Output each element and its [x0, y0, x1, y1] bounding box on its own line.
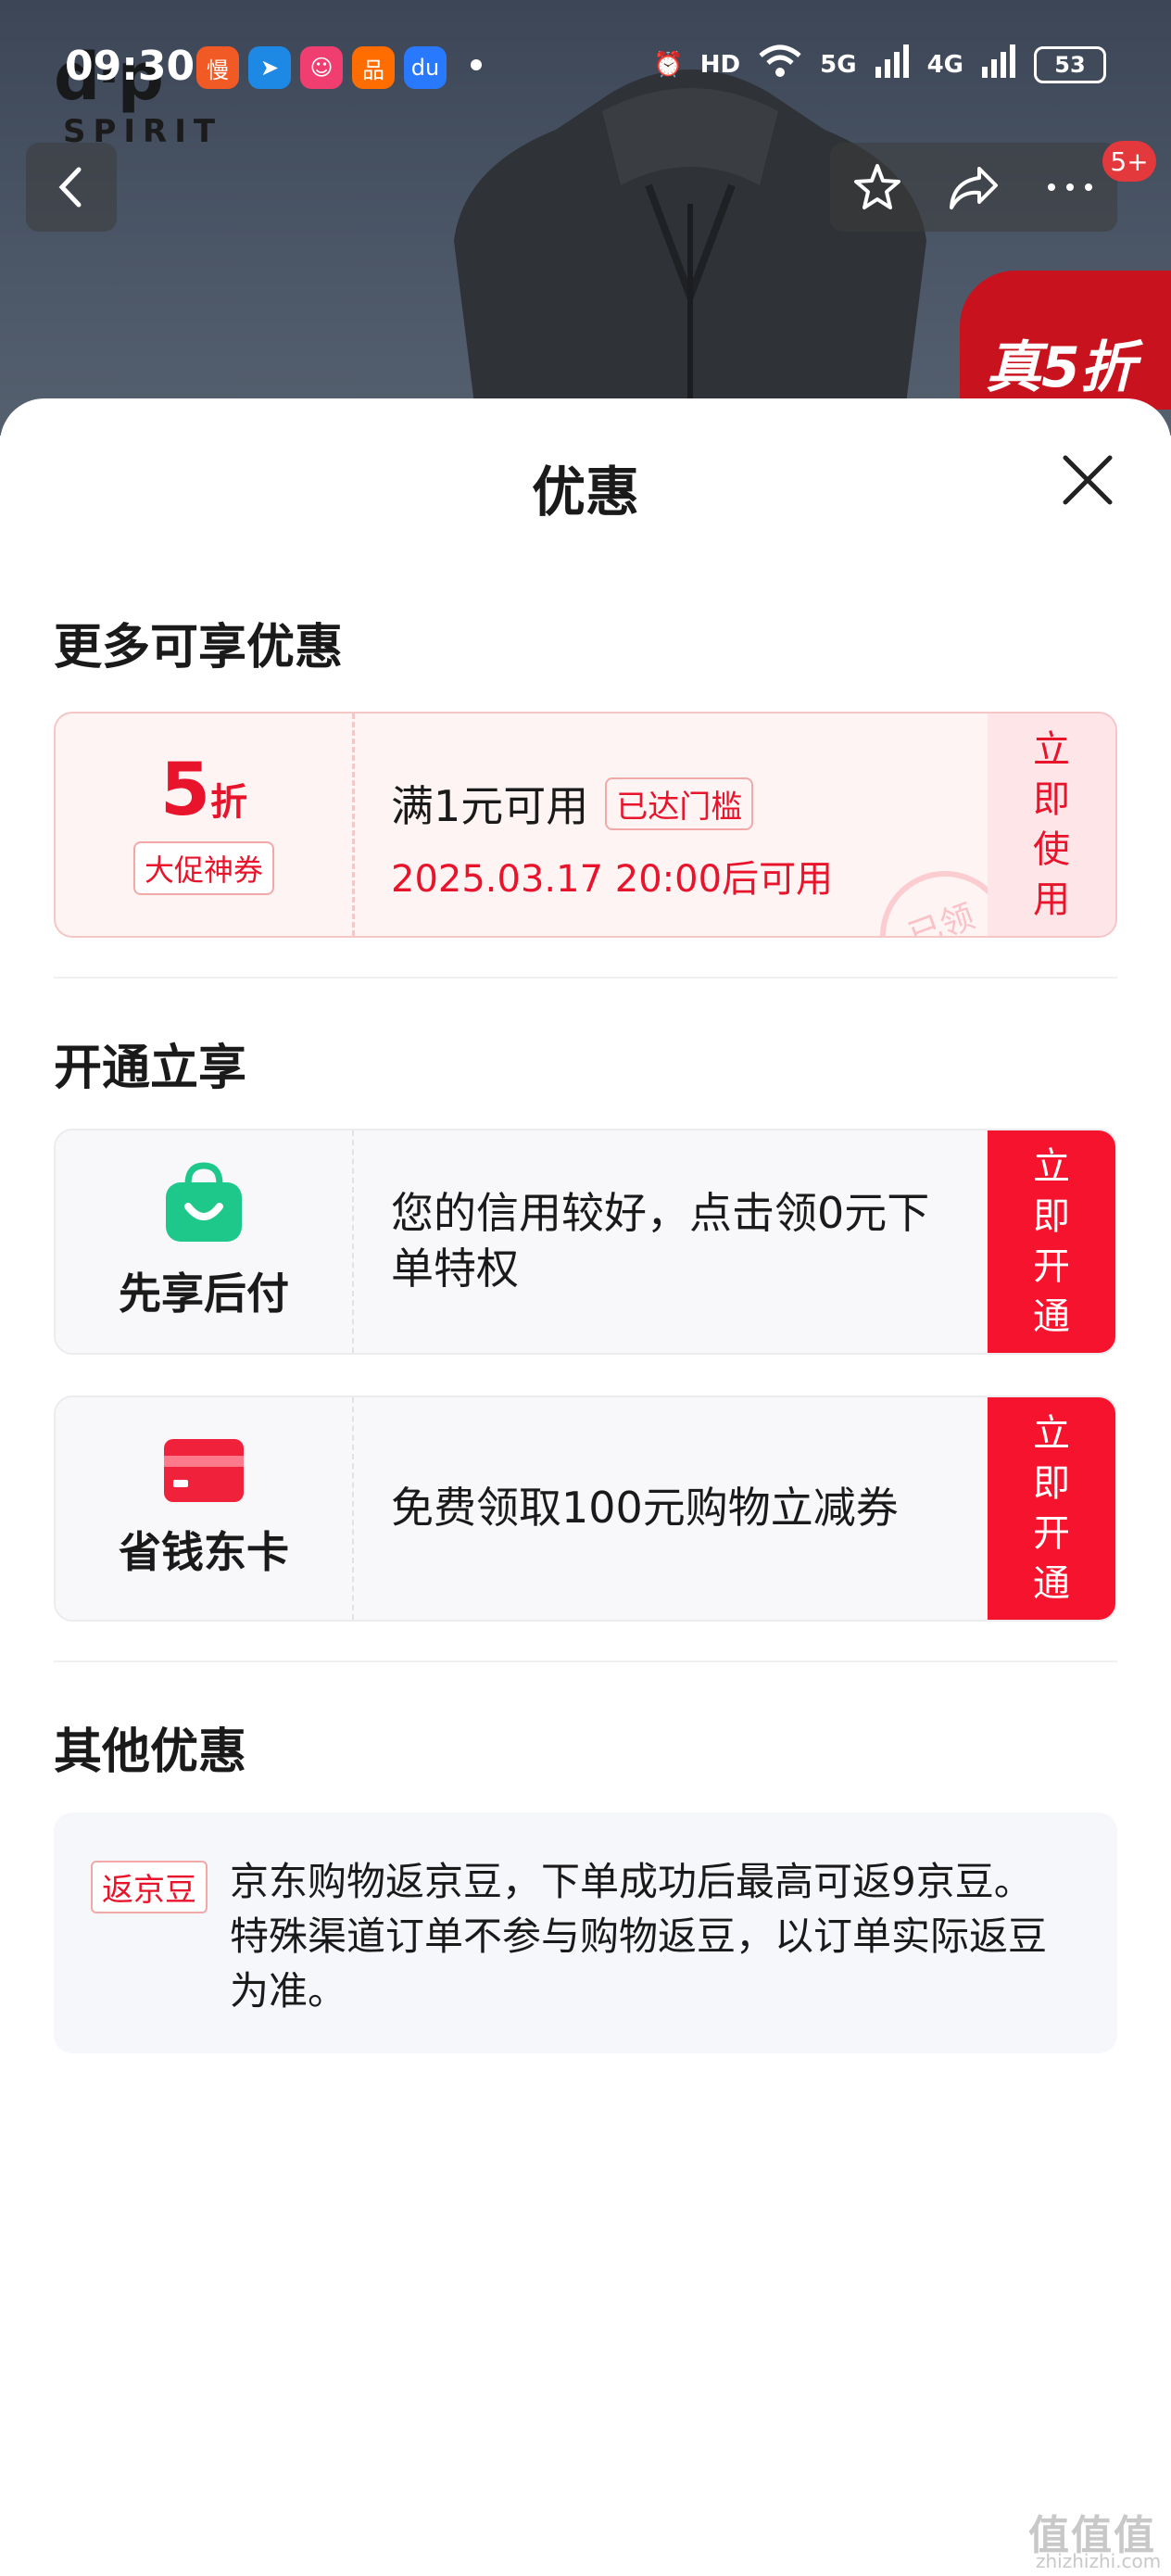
shopping-bag-icon	[166, 1162, 242, 1242]
discount-sheet: 优惠 更多可享优惠 5折 大促神券 满1元可用 已达门槛 2025.03.17 2…	[0, 398, 1171, 2576]
back-button[interactable]	[26, 143, 117, 232]
coupon-value-block: 5折 大促神券	[56, 713, 352, 936]
top-actions	[830, 143, 1117, 232]
open-saving-card-button[interactable]: 立即开通	[988, 1397, 1115, 1620]
signal-bars-icon-2	[980, 43, 1017, 86]
open-pay-later-button[interactable]: 立即开通	[988, 1130, 1115, 1353]
watermark-url: zhizhizhi.com	[1036, 2550, 1162, 2572]
more-notifications-dot	[471, 59, 482, 70]
section-title-other: 其他优惠	[54, 1724, 247, 1780]
product-image-area: d·p SPIRIT 09:30 慢 ➤ ☺ 品 du ⏰ HD 5G 4G 5…	[0, 0, 1171, 436]
message-badge: 5+	[1102, 141, 1156, 182]
status-bar: 09:30 慢 ➤ ☺ 品 du ⏰ HD 5G 4G 53	[0, 37, 1171, 102]
app-icon-4: 品	[352, 46, 395, 89]
card-icon	[164, 1439, 244, 1502]
feature-divider	[352, 1130, 354, 1353]
app-icon-2: ➤	[248, 46, 291, 89]
other-discount-text: 京东购物返京豆，下单成功后最高可返9京豆。特殊渠道订单不参与购物返豆，以订单实际…	[230, 1859, 1048, 2014]
section-title-more: 更多可享优惠	[54, 620, 344, 676]
screen: { "status_bar": {"time": "09:30", "batte…	[0, 0, 1171, 2576]
app-icon-3: ☺	[300, 46, 343, 89]
battery-icon: 53	[1034, 45, 1106, 83]
threshold-badge: 已达门槛	[605, 777, 754, 830]
star-icon[interactable]	[851, 161, 903, 213]
feature-divider	[352, 1397, 354, 1620]
divider	[54, 977, 1117, 979]
section-title-open: 开通立享	[54, 1041, 247, 1096]
wifi-icon	[757, 43, 803, 86]
feature-label: 省钱东卡	[119, 1527, 289, 1577]
coupon-value: 5折	[159, 749, 248, 832]
alarm-icon: ⏰	[653, 50, 684, 79]
jacket-image	[454, 69, 926, 436]
system-icons: ⏰ HD 5G 4G 53	[653, 43, 1106, 86]
coupon-condition: 满1元可用	[391, 781, 589, 831]
coupon-divider	[352, 713, 355, 936]
feature-label: 先享后付	[119, 1269, 289, 1319]
feature-left: 先享后付	[56, 1130, 352, 1353]
jingdou-tag: 返京豆	[91, 1861, 208, 1913]
signal-4g-icon: 4G	[926, 50, 963, 79]
signal-bars-icon	[874, 43, 911, 86]
status-time: 09:30	[65, 43, 195, 90]
app-icon-5: du	[404, 46, 447, 89]
divider	[54, 1661, 1117, 1662]
feature-description: 您的信用较好，点击领0元下单特权	[391, 1188, 930, 1294]
feature-card-saving-card[interactable]: 省钱东卡 免费领取100元购物立减券 立即开通	[54, 1395, 1117, 1622]
feature-description: 免费领取100元购物立减券	[391, 1483, 899, 1534]
coupon-card[interactable]: 5折 大促神券 满1元可用 已达门槛 2025.03.17 20:00后可用 已领…	[54, 712, 1117, 938]
feature-card-pay-later[interactable]: 先享后付 您的信用较好，点击领0元下单特权 立即开通	[54, 1129, 1117, 1355]
other-discount-card: 返京豆 京东购物返京豆，下单成功后最高可返9京豆。特殊渠道订单不参与购物返豆，以…	[54, 1812, 1117, 2053]
sheet-title: 优惠	[531, 461, 639, 524]
app-icon-1: 慢	[196, 46, 239, 89]
signal-5g-icon: 5G	[820, 50, 857, 79]
coupon-info: 满1元可用 已达门槛 2025.03.17 20:00后可用	[391, 773, 833, 903]
chevron-left-icon	[58, 167, 82, 208]
share-icon[interactable]	[946, 161, 1001, 213]
hd-icon: HD	[699, 50, 741, 79]
notification-icons: 慢 ➤ ☺ 品 du	[196, 46, 447, 89]
coupon-type-tag: 大促神券	[132, 841, 274, 895]
close-icon[interactable]	[1058, 450, 1117, 510]
coupon-valid-time: 2025.03.17 20:00后可用	[391, 858, 834, 901]
use-coupon-button[interactable]: 立即使用	[988, 713, 1115, 936]
promo-tag: 真5折	[960, 271, 1171, 410]
more-icon[interactable]	[1044, 178, 1096, 196]
feature-left: 省钱东卡	[56, 1397, 352, 1620]
